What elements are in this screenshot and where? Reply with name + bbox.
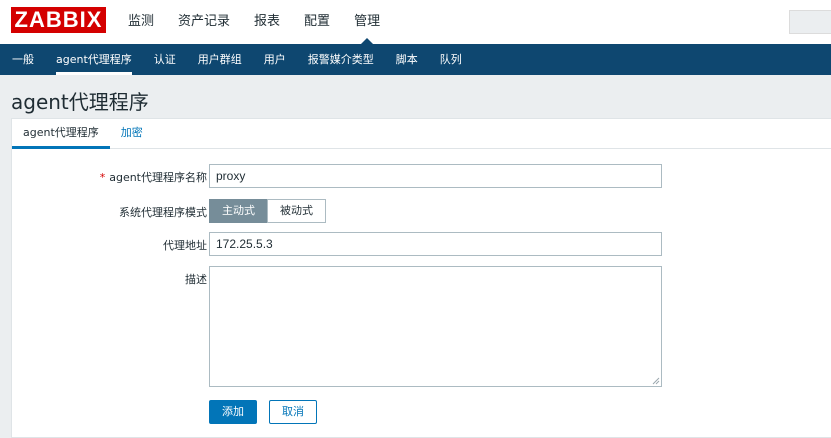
mode-passive-option[interactable]: 被动式 [267,199,326,223]
zabbix-logo[interactable]: ZABBIX [11,7,106,33]
form-panel: agent代理程序 加密 * agent代理程序名称 proxy 系统代理程序模式… [11,118,831,438]
form-tabs: agent代理程序 加密 [12,119,831,149]
sub-menu-item-media-types[interactable]: 报警媒介类型 [308,44,374,75]
proxy-name-label-text: agent代理程序名称 [109,171,207,184]
proxy-address-label: 代理地址 [163,239,207,252]
sub-menu-item-queue[interactable]: 队列 [440,44,462,75]
sub-menu-item-proxies[interactable]: agent代理程序 [56,44,132,75]
mode-active-option[interactable]: 主动式 [209,199,268,223]
sub-menu-item-scripts[interactable]: 脚本 [396,44,418,75]
proxy-name-label: * agent代理程序名称 [100,169,207,185]
resize-handle-icon[interactable] [652,377,660,385]
sub-menu-item-general[interactable]: 一般 [12,44,34,75]
tab-encryption[interactable]: 加密 [110,119,154,149]
sub-menu: 一般 agent代理程序 认证 用户群组 用户 报警媒介类型 脚本 队列 [0,44,831,75]
proxy-mode-label: 系统代理程序模式 [119,206,207,219]
top-header: ZABBIX 监测 资产记录 报表 配置 管理 [0,0,831,44]
main-menu-item-reports[interactable]: 报表 [254,0,280,44]
main-menu-item-administration[interactable]: 管理 [354,0,380,44]
required-mark: * [99,171,106,184]
sub-menu-item-user-groups[interactable]: 用户群组 [198,44,242,75]
proxy-mode-toggle: 主动式 被动式 [209,199,326,223]
proxy-name-input[interactable]: proxy [209,164,662,188]
cancel-button[interactable]: 取消 [269,400,317,424]
description-textarea[interactable] [209,266,662,387]
add-button[interactable]: 添加 [209,400,257,424]
page-title: agent代理程序 [11,90,149,114]
main-menu-item-inventory[interactable]: 资产记录 [178,0,230,44]
sub-menu-item-authentication[interactable]: 认证 [154,44,176,75]
search-input[interactable] [789,10,831,34]
description-label: 描述 [185,273,207,286]
proxy-address-input[interactable]: 172.25.5.3 [209,232,662,256]
tab-proxy[interactable]: agent代理程序 [12,119,110,149]
sub-menu-item-users[interactable]: 用户 [264,44,286,75]
main-menu-item-configuration[interactable]: 配置 [304,0,330,44]
main-menu: 监测 资产记录 报表 配置 管理 [128,0,404,44]
main-menu-item-monitoring[interactable]: 监测 [128,0,154,44]
